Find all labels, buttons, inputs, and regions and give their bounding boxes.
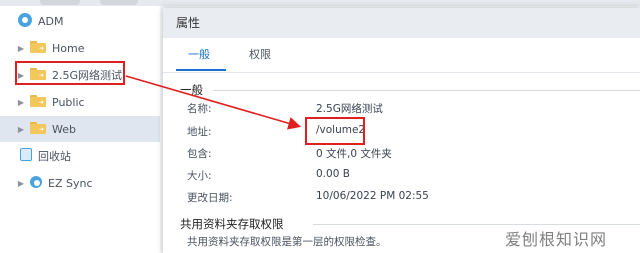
annotation-arrow <box>125 75 302 130</box>
watermark-text: 爱刨根知识网 <box>505 230 608 249</box>
